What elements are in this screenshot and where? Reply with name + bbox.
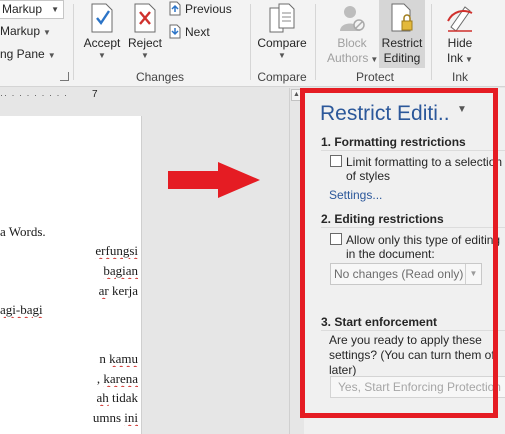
ruler-number: 7	[92, 89, 98, 100]
markup-display-label: Markup	[2, 2, 43, 16]
arrow-right-icon	[168, 162, 260, 198]
show-markup-label: Markup	[0, 24, 41, 38]
chevron-down-icon: ▼	[141, 51, 149, 60]
chevron-down-icon: ▼	[278, 51, 286, 60]
reject-button[interactable]: Reject ▼	[125, 3, 165, 61]
previous-change-icon	[169, 1, 181, 16]
group-separator	[250, 4, 251, 80]
hide-ink-icon	[447, 6, 473, 32]
next-label: Next	[185, 25, 210, 39]
hide-ink-button[interactable]: Hide Ink ▼	[438, 3, 482, 66]
document-line: umns ini	[92, 410, 138, 425]
document-line: agi-bagi	[0, 302, 43, 317]
restrict-editing-label-2: Editing	[383, 51, 421, 65]
compare-group-label: Compare	[257, 70, 307, 84]
show-markup-button[interactable]: Markup ▼	[0, 24, 51, 38]
reviewing-pane-button[interactable]: ng Pane ▼	[0, 47, 56, 61]
restrict-editing-icon	[391, 3, 413, 32]
document-line: ar kerja	[98, 283, 138, 298]
document-line: ah tidak	[96, 390, 138, 405]
highlight-box	[300, 88, 498, 418]
next-change-icon	[169, 24, 181, 39]
document-line: bagian	[103, 263, 138, 278]
block-authors-icon	[340, 6, 365, 31]
chevron-down-icon: ▼	[465, 55, 473, 64]
chevron-down-icon: ▼	[43, 28, 51, 37]
chevron-down-icon: ▼	[370, 55, 379, 64]
group-separator	[73, 4, 74, 80]
changes-group-label: Changes	[135, 70, 185, 84]
horizontal-ruler[interactable]: ·· · · · · · · · · 7	[0, 87, 290, 103]
markup-display-dropdown[interactable]: Markup ▼	[0, 0, 64, 19]
chevron-down-icon: ▼	[51, 5, 59, 14]
group-separator	[315, 4, 316, 80]
document-line: n kamu	[99, 351, 138, 366]
compare-label: Compare	[257, 36, 307, 50]
reviewing-pane-label: ng Pane	[0, 47, 45, 61]
block-authors-button[interactable]: Block Authors ▼	[327, 3, 379, 66]
ruler-ticks: ·· · · · · · · · ·	[0, 90, 68, 100]
next-change-button[interactable]: Next	[168, 24, 210, 39]
block-authors-label-2: Authors	[327, 51, 369, 65]
document-line: , karena	[96, 371, 138, 386]
previous-label: Previous	[185, 2, 232, 16]
accept-icon	[91, 3, 113, 33]
hide-ink-label-2: Ink	[447, 51, 464, 65]
reject-icon	[134, 3, 156, 33]
document-page[interactable]: a Words. erfungsi bagian ar kerja agi-ba…	[0, 116, 142, 434]
dialog-launcher-icon[interactable]	[60, 72, 69, 81]
accept-label: Accept	[83, 36, 121, 50]
protect-group-label: Protect	[355, 70, 394, 84]
previous-change-button[interactable]: Previous	[168, 1, 232, 16]
hide-ink-label-1: Hide	[447, 36, 473, 50]
accept-button[interactable]: Accept ▼	[80, 3, 124, 61]
ribbon: Markup ▼ Markup ▼ ng Pane ▼ Accept ▼ Rejec…	[0, 0, 505, 87]
document-line: a Words.	[0, 224, 46, 239]
chevron-down-icon: ▼	[47, 51, 56, 60]
document-line: erfungsi	[95, 243, 138, 258]
reject-label: Reject	[127, 36, 162, 50]
restrict-editing-button[interactable]: Restrict Editing	[379, 3, 425, 66]
group-separator	[431, 4, 432, 80]
compare-button[interactable]: Compare ▼	[255, 3, 309, 61]
restrict-editing-label-1: Restrict	[381, 36, 423, 50]
ink-group-label: Ink	[451, 70, 468, 84]
chevron-down-icon: ▼	[98, 51, 106, 60]
block-authors-label-1: Block	[337, 36, 367, 50]
compare-icon	[269, 3, 295, 33]
